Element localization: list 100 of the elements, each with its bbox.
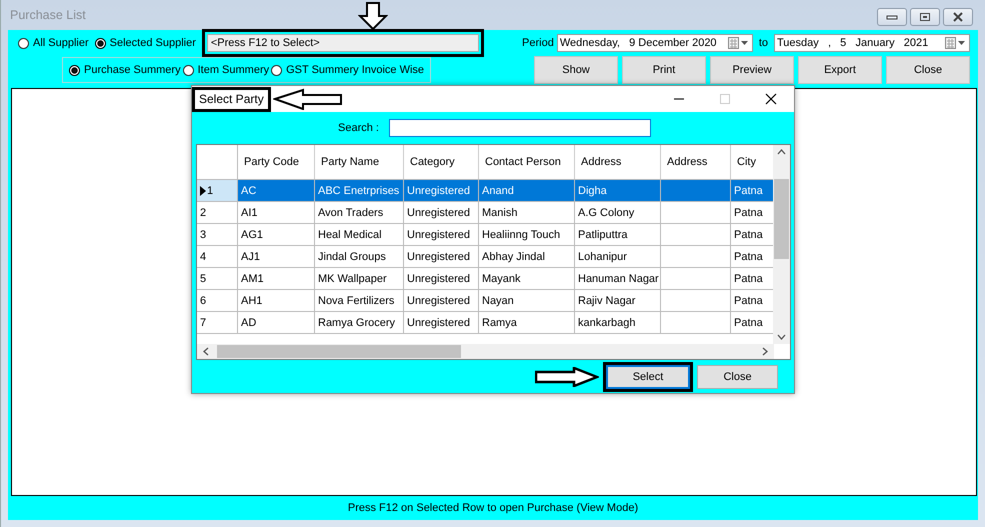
radio-button[interactable] — [69, 64, 80, 76]
table-cell: Unregistered — [404, 246, 479, 267]
toolbar-button[interactable]: Print — [622, 56, 706, 84]
column-header[interactable]: Category — [404, 145, 479, 179]
radio-label[interactable]: Item Summery — [198, 64, 270, 76]
calendar-icon — [728, 37, 750, 49]
row-number: 7 — [200, 316, 206, 328]
table-cell: Healiinng Touch — [479, 224, 575, 245]
table-cell: AM1 — [238, 268, 315, 289]
column-header[interactable]: Address — [661, 145, 731, 179]
radio-label[interactable]: GST Summery Invoice Wise — [286, 64, 424, 76]
from-date-picker[interactable]: Wednesday, 9 December 2020 — [556, 34, 753, 52]
row-number: 5 — [200, 272, 206, 284]
table-cell: Hanuman Nagar — [575, 268, 661, 289]
toolbar-button[interactable]: Show — [534, 56, 618, 84]
table-cell: Manish — [479, 202, 575, 223]
dialog-title: Select Party — [192, 86, 271, 112]
dialog-button[interactable]: Select — [606, 365, 690, 389]
horizontal-scrollbar[interactable] — [197, 344, 774, 359]
radio-label[interactable]: Selected Supplier — [110, 37, 196, 49]
table-cell: AH1 — [238, 290, 315, 311]
table-cell: Ramya Grocery — [315, 312, 404, 333]
row-number: 6 — [200, 294, 206, 306]
table-cell: A.G Colony — [575, 202, 661, 223]
grid-row[interactable]: 2 AI1 Avon Traders Unregistered Manish A.G Colony Patna — [197, 202, 774, 224]
radio-button[interactable] — [271, 64, 282, 76]
grid-row[interactable]: 7 AD Ramya Grocery Unregistered Ramya kankarbagh Patna — [197, 312, 774, 334]
radio-label[interactable]: Purchase Summery — [84, 64, 181, 76]
scroll-left-icon — [203, 347, 209, 356]
search-field[interactable] — [388, 119, 651, 137]
grid-row[interactable]: 4 AJ1 Jindal Groups Unregistered Abhay Jindal Lohanipur Patna — [197, 246, 774, 268]
table-cell: Ramya — [479, 312, 575, 333]
table-cell: MK Wallpaper — [315, 268, 404, 289]
row-number: 3 — [200, 228, 206, 240]
window-title: Purchase List — [10, 8, 86, 22]
close-icon — [765, 93, 777, 105]
table-cell: Unregistered — [404, 268, 479, 289]
table-cell: Unregistered — [404, 202, 479, 223]
table-cell: Avon Traders — [315, 202, 404, 223]
grid-row[interactable]: 5 AM1 MK Wallpaper Unregistered Mayank Hanuman Nagar Patna — [197, 268, 774, 290]
row-number: 2 — [200, 206, 206, 218]
table-cell: Jindal Groups — [315, 246, 404, 267]
table-cell: Unregistered — [404, 224, 479, 245]
toolbar-button[interactable]: Export — [798, 56, 882, 84]
table-cell: AJ1 — [238, 246, 315, 267]
maximize-icon — [719, 93, 731, 105]
table-cell: Patliputtra — [575, 224, 661, 245]
table-cell: AD — [238, 312, 315, 333]
scroll-right-icon — [762, 347, 768, 356]
minimize-icon — [886, 13, 898, 21]
table-cell: AG1 — [238, 224, 315, 245]
close-button[interactable] — [943, 8, 973, 26]
toolbar-button[interactable]: Close — [886, 56, 970, 84]
radio-button[interactable] — [182, 64, 194, 76]
scroll-down-icon — [777, 334, 786, 340]
table-cell: AC — [238, 180, 315, 201]
grid-row[interactable]: 6 AH1 Nova Fertilizers Unregistered Nayan Rajiv Nagar Patna — [197, 290, 774, 312]
arrow-icon — [535, 367, 599, 387]
period-label: Period — [522, 37, 554, 49]
vertical-scrollbar[interactable] — [773, 145, 790, 344]
table-cell: Rajiv Nagar — [575, 290, 661, 311]
table-cell: Nayan — [479, 290, 575, 311]
scroll-thumb[interactable] — [217, 345, 461, 358]
maximize-button[interactable] — [910, 8, 940, 26]
radio-label[interactable]: All Supplier — [33, 37, 89, 49]
column-header[interactable]: Party Code — [238, 145, 315, 179]
table-cell: AI1 — [238, 202, 315, 223]
to-label: to — [758, 37, 768, 49]
table-cell: Unregistered — [404, 290, 479, 311]
table-cell: Mayank — [479, 268, 575, 289]
toolbar-button[interactable]: Preview — [710, 56, 794, 84]
column-header[interactable]: Address — [575, 145, 661, 179]
close-icon — [952, 12, 964, 22]
table-cell: kankarbagh — [575, 312, 661, 333]
radio-button[interactable] — [94, 38, 106, 48]
table-cell: Unregistered — [404, 180, 479, 201]
scroll-thumb[interactable] — [774, 179, 789, 259]
grid-row[interactable]: 3 AG1 Heal Medical Unregistered Healiinng Touch Patliputtra Patna — [197, 224, 774, 246]
table-cell: Digha — [575, 180, 661, 201]
table-cell: Heal Medical — [315, 224, 404, 245]
supplier-field[interactable]: <Press F12 to Select> — [206, 34, 479, 52]
grid-row[interactable]: 1 AC ABC Enetrprises Unregistered Anand Digha Patna — [197, 180, 774, 202]
table-cell: Unregistered — [404, 312, 479, 333]
table-cell: Nova Fertilizers — [315, 290, 404, 311]
to-date-picker[interactable]: Tuesday , 5 January 2021 — [774, 34, 970, 52]
status-text: Press F12 on Selected Row to open Purchase (View Mode) — [346, 502, 640, 514]
calendar-icon — [945, 37, 967, 49]
current-row-icon — [200, 186, 206, 196]
scroll-up-icon — [777, 149, 786, 155]
restore-icon — [919, 12, 931, 22]
dialog-button[interactable]: Close — [697, 365, 778, 389]
row-number: 1 — [207, 184, 214, 196]
table-cell: ABC Enetrprises — [315, 180, 404, 201]
table-cell: Abhay Jindal — [479, 246, 575, 267]
table-cell: Lohanipur — [575, 246, 661, 267]
table-cell: Anand — [479, 180, 575, 201]
column-header[interactable]: Party Name — [315, 145, 404, 179]
column-header[interactable]: Contact Person — [479, 145, 575, 179]
minimize-button[interactable] — [877, 8, 907, 26]
radio-button[interactable] — [18, 38, 29, 48]
